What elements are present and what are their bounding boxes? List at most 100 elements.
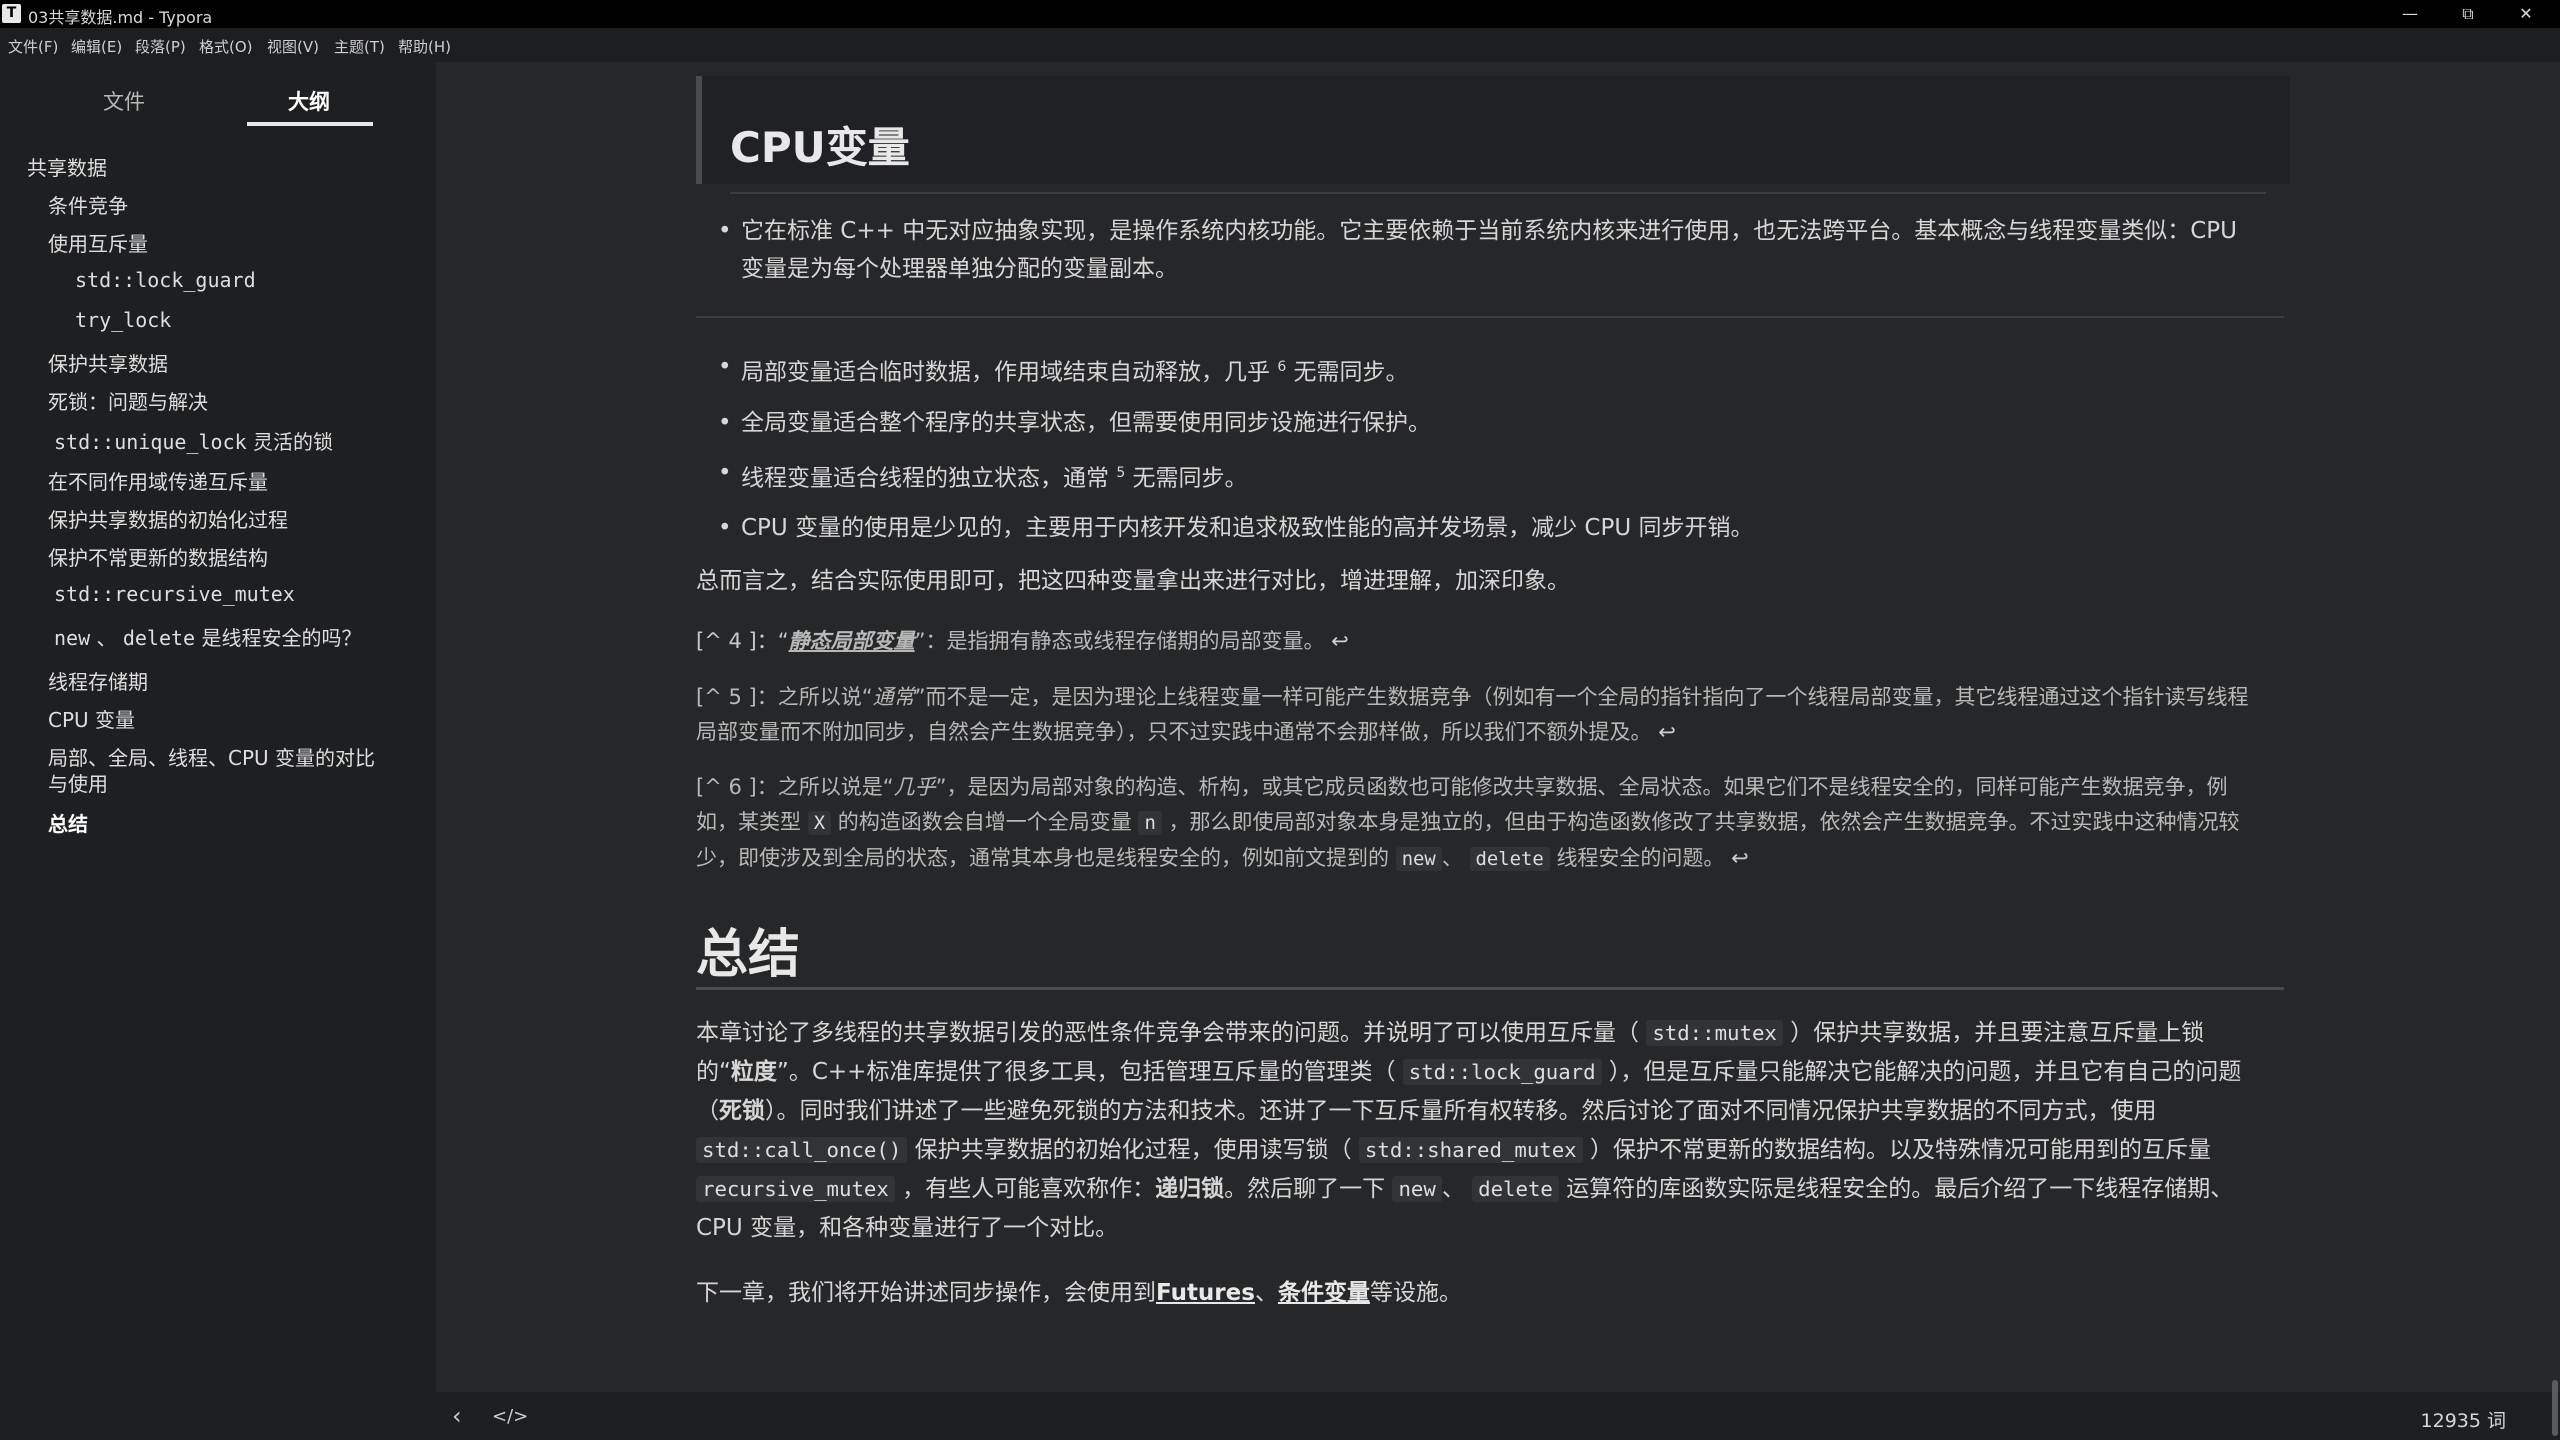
outline-item-text: 灵活的锁 — [253, 430, 334, 454]
minimize-button[interactable]: — — [2382, 0, 2438, 28]
footnote-text: 如，某类型 — [696, 810, 801, 834]
paragraph-text: 。然后聊了一下 — [1224, 1176, 1386, 1202]
bold-text: 粒度 — [730, 1059, 777, 1085]
source-code-mode-icon[interactable]: </> — [492, 1406, 528, 1427]
outline-item-code: std::unique_lock — [54, 430, 247, 454]
footnote-text: [^ 4 ]：“ — [696, 629, 789, 653]
tab-outline[interactable]: 大纲 — [288, 86, 330, 116]
condition-variable-link[interactable]: 条件变量 — [1278, 1280, 1370, 1306]
next-chapter-paragraph[interactable]: 下一章，我们将开始讲述同步操作，会使用到Futures、条件变量等设施。 — [696, 1274, 2284, 1312]
heading-rule — [730, 192, 2266, 194]
paragraph-text: ）保护不常更新的数据结构。以及特殊情况可能用到的互斥量 — [1589, 1137, 2211, 1163]
summary-paragraph[interactable]: 总而言之，结合实际使用即可，把这四种变量拿出来进行对比，增进理解，加深印象。 — [696, 562, 2284, 600]
list-item[interactable]: 局部变量适合临时数据，作用域结束自动释放，几乎 6 无需同步。 — [696, 348, 2284, 392]
paragraph-text: 本章讨论了多线程的共享数据引发的恶性条件竞争会带来的问题。并说明了可以使用互斥量… — [696, 1020, 1639, 1046]
menu-file[interactable]: 文件(F) — [8, 36, 58, 57]
list-item[interactable]: 全局变量适合整个程序的共享状态，但需要使用同步设施进行保护。 — [696, 404, 2284, 442]
bold-text: 递归锁 — [1155, 1176, 1225, 1202]
menu-help[interactable]: 帮助(H) — [398, 36, 451, 57]
paragraph-text: ）。同时我们讲述了一些避免死锁的方法和技术。还讲了一下互斥量所有权转移。然后讨论… — [765, 1098, 2157, 1124]
footnote-back-icon[interactable]: ↩ — [1331, 629, 1349, 653]
paragraph-text: 保护共享数据的初始化过程，使用读写锁（ — [914, 1137, 1352, 1163]
outline-item[interactable]: 保护不常更新的数据结构 — [48, 542, 268, 571]
outline-item[interactable]: 使用互斥量 — [48, 228, 148, 257]
paragraph-text: CPU 变量，和各种变量进行了一个对比。 — [696, 1215, 1119, 1241]
inline-code: n — [1138, 811, 1162, 835]
outline-item[interactable]: 局部、全局、线程、CPU 变量的对比 — [48, 742, 375, 771]
outline-item[interactable]: 条件竞争 — [48, 190, 128, 219]
footnote-6[interactable]: [^ 6 ]：之所以说是“几乎”，是因为局部对象的构造、析构，或其它成员函数也可… — [696, 770, 2284, 877]
menu-edit[interactable]: 编辑(E) — [71, 36, 122, 57]
paragraph-text: 运算符的库函数实际是线程安全的。最后介绍了一下线程存储期、 — [1566, 1176, 2234, 1202]
footnote-4[interactable]: [^ 4 ]：“静态局部变量”：是指拥有静态或线程存储期的局部变量。 ↩ — [696, 624, 2284, 659]
menu-paragraph[interactable]: 段落(P) — [135, 36, 186, 57]
footnote-text: ”：是指拥有静态或线程存储期的局部变量。 — [914, 629, 1325, 653]
futures-link[interactable]: Futures — [1156, 1280, 1255, 1306]
paragraph-text: ，有些人可能喜欢称作： — [902, 1176, 1156, 1202]
word-count[interactable]: 12935 词 — [2421, 1406, 2506, 1433]
outline-item-active[interactable]: 总结 — [48, 808, 88, 837]
outline-item[interactable]: 死锁：问题与解决 — [48, 386, 208, 415]
footnote-text: [^ 6 ]：之所以说是“ — [696, 775, 894, 799]
list-item-text: 无需同步。 — [1132, 465, 1248, 492]
footnote-term: 静态局部变量 — [788, 629, 915, 653]
editor[interactable]: CPU变量 它在标准 C++ 中无对应抽象实现，是操作系统内核功能。它主要依赖于… — [436, 62, 2560, 1392]
typora-app-icon: T — [2, 4, 21, 23]
back-chevron-icon[interactable]: ‹ — [452, 1402, 462, 1430]
menu-bar: 文件(F) 编辑(E) 段落(P) 格式(O) 视图(V) 主题(T) 帮助(H… — [0, 28, 2560, 62]
menu-view[interactable]: 视图(V) — [267, 36, 319, 57]
outline-item[interactable]: 保护共享数据的初始化过程 — [48, 504, 288, 533]
footnote-back-icon[interactable]: ↩ — [1658, 720, 1676, 744]
outline-item[interactable]: 共享数据 — [27, 152, 107, 181]
inline-code: X — [807, 811, 832, 835]
inline-code: recursive_mutex — [696, 1176, 895, 1202]
footnote-ref[interactable]: 6 — [1277, 359, 1286, 375]
list-item[interactable]: 它在标准 C++ 中无对应抽象实现，是操作系统内核功能。它主要依赖于当前系统内核… — [696, 212, 2284, 288]
heading-block: CPU变量 — [696, 76, 2290, 194]
scrollbar-thumb[interactable] — [2552, 1380, 2558, 1436]
paragraph-text: 、 — [1254, 1280, 1278, 1306]
menu-theme[interactable]: 主题(T) — [334, 36, 385, 57]
outline-item[interactable]: 在不同作用域传递互斥量 — [48, 466, 268, 495]
outline-item[interactable]: std::recursive_mutex — [54, 582, 295, 606]
outline-item[interactable]: 与使用 — [48, 768, 108, 797]
footnote-back-icon[interactable]: ↩ — [1731, 846, 1749, 870]
footnote-text: ，那么即使局部对象本身是独立的，但由于构造函数修改了共享数据，依然会产生数据竞争… — [1168, 810, 2240, 834]
outline-item[interactable]: 线程存储期 — [48, 666, 148, 695]
list-item[interactable]: 线程变量适合线程的独立状态，通常 5 无需同步。 — [696, 454, 2284, 498]
outline-item-text: 、 — [96, 626, 117, 650]
menu-format[interactable]: 格式(O) — [199, 36, 253, 57]
inline-code: new — [1395, 847, 1442, 871]
footnote-5[interactable]: [^ 5 ]：之所以说“通常”而不是一定，是因为理论上线程变量一样可能产生数据竞… — [696, 680, 2284, 750]
list-item-text: 局部变量适合临时数据，作用域结束自动释放，几乎 — [741, 359, 1270, 386]
maximize-button[interactable]: ⧉ — [2440, 0, 2496, 28]
outline-item[interactable]: std::lock_guard — [75, 268, 256, 292]
footnote-term: 通常 — [872, 685, 915, 709]
footnote-text: 的构造函数会自增一个全局变量 — [837, 810, 1132, 834]
heading-summary[interactable]: 总结 — [696, 912, 800, 987]
paragraph-text: ”。C++标准库提供了很多工具，包括管理互斥量的管理类（ — [776, 1059, 1396, 1085]
outline-item-code: delete — [122, 626, 196, 650]
inline-code: std::mutex — [1646, 1020, 1783, 1046]
outline-item[interactable]: 保护共享数据 — [48, 348, 168, 377]
list-item-text: 无需同步。 — [1293, 359, 1409, 386]
footnote-ref[interactable]: 5 — [1116, 465, 1125, 481]
tab-files[interactable]: 文件 — [103, 86, 145, 116]
outline-item[interactable]: CPU 变量 — [48, 704, 135, 733]
outline-item-code: new — [54, 626, 91, 650]
outline-item[interactable]: std::unique_lock 灵活的锁 — [54, 426, 333, 455]
horizontal-rule — [696, 316, 2284, 318]
outline-item[interactable]: new 、 delete 是线程安全的吗？ — [54, 622, 361, 651]
paragraph-text: ）保护共享数据，并且要注意互斥量上锁 — [1790, 1020, 2205, 1046]
summary-body-paragraph[interactable]: 本章讨论了多线程的共享数据引发的恶性条件竞争会带来的问题。并说明了可以使用互斥量… — [696, 1014, 2284, 1248]
footnote-term: 几乎 — [893, 775, 936, 799]
footnote-text: 线程安全的问题。 — [1556, 846, 1725, 870]
footnote-text: 少，即使涉及到全局的状态，通常其本身也是线程安全的，例如前文提到的 — [696, 846, 1389, 870]
list-item[interactable]: CPU 变量的使用是少见的，主要用于内核开发和追求极致性能的高并发场景，减少 C… — [696, 509, 2284, 547]
bullet-list: 局部变量适合临时数据，作用域结束自动释放，几乎 6 无需同步。 全局变量适合整个… — [696, 348, 2284, 547]
list-item-text: 线程变量适合线程的独立状态，通常 — [741, 465, 1109, 492]
outline-item[interactable]: try_lock — [75, 308, 171, 332]
close-button[interactable]: ✕ — [2498, 0, 2554, 28]
footnote-text: ”，是因为局部对象的构造、析构，或其它成员函数也可能修改共享数据、全局状态。如果… — [935, 775, 2228, 799]
heading-cpu-variables[interactable]: CPU变量 — [730, 114, 910, 175]
